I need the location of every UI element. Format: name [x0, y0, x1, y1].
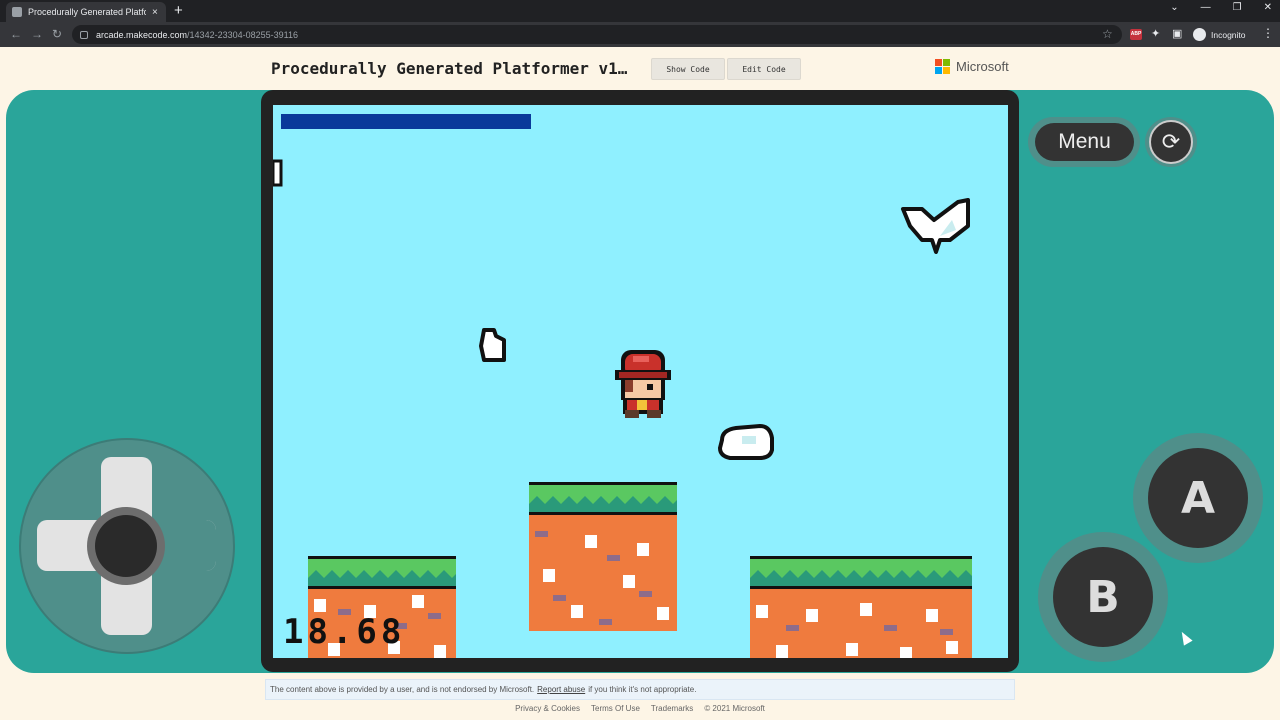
cloud-small-sprite — [479, 328, 506, 362]
new-tab-button[interactable]: + — [174, 2, 183, 19]
score-readout: 18.68 — [283, 612, 406, 652]
trademarks-link[interactable]: Trademarks — [651, 704, 693, 720]
browser-tab[interactable]: Procedurally Generated Platform × — [6, 2, 166, 22]
terms-link[interactable]: Terms Of Use — [591, 704, 640, 720]
a-button[interactable]: A — [1148, 448, 1248, 548]
player-sprite — [615, 350, 671, 418]
b-button[interactable]: B — [1053, 547, 1153, 647]
platform-middle — [529, 482, 677, 631]
adblock-extension-icon[interactable]: ABP — [1130, 29, 1142, 40]
incognito-indicator[interactable]: Incognito — [1193, 28, 1246, 41]
url-field[interactable]: arcade.makecode.com /14342-23304-08255-3… — [72, 25, 1122, 44]
page-footer: Privacy & Cookies Terms Of Use Trademark… — [0, 704, 1280, 720]
incognito-label: Incognito — [1211, 29, 1246, 40]
joystick-knob[interactable] — [95, 515, 157, 577]
chevron-down-icon[interactable]: ⌄ — [1170, 2, 1178, 13]
close-window-button[interactable]: ✕ — [1264, 2, 1272, 13]
makecode-favicon-icon — [12, 7, 22, 17]
microsoft-logo[interactable]: Microsoft — [935, 59, 1009, 74]
notice-text: The content above is provided by a user,… — [270, 685, 535, 694]
microsoft-label: Microsoft — [956, 59, 1009, 74]
reload-icon[interactable]: ↻ — [52, 27, 62, 41]
minimize-button[interactable]: — — [1201, 2, 1211, 13]
grass-zigzag — [529, 496, 677, 512]
game-screen[interactable]: 18.68 — [273, 105, 1008, 658]
restart-icon[interactable]: ⟳ — [1149, 120, 1193, 164]
restore-button[interactable]: ❐ — [1233, 2, 1242, 13]
grass-zigzag — [308, 570, 456, 586]
extensions-puzzle-icon[interactable]: ✦ — [1151, 27, 1160, 40]
notice-suffix: if you think it's not appropriate. — [588, 685, 697, 694]
tab-title: Procedurally Generated Platform — [28, 7, 146, 17]
browser-tab-strip: Procedurally Generated Platform × + ⌄ — … — [0, 0, 1280, 22]
bird-sprite — [901, 198, 970, 254]
copyright-text: © 2021 Microsoft — [704, 704, 765, 713]
tab-close-icon[interactable]: × — [152, 7, 158, 18]
cloud-sprite — [717, 423, 774, 460]
grass-zigzag — [750, 570, 972, 586]
browser-menu-icon[interactable]: ⋮ — [1262, 26, 1274, 40]
edit-code-button[interactable]: Edit Code — [727, 58, 801, 80]
report-abuse-link[interactable]: Report abuse — [537, 685, 585, 694]
cloud-partial-sprite — [273, 159, 283, 187]
show-code-button[interactable]: Show Code — [651, 58, 725, 80]
address-bar-row: ← → ↻ arcade.makecode.com /14342-23304-0… — [0, 22, 1280, 47]
url-host: arcade.makecode.com — [96, 29, 188, 40]
health-bar — [281, 114, 531, 129]
side-panel-icon[interactable]: ▣ — [1172, 27, 1182, 40]
forward-arrow-icon[interactable]: → — [31, 27, 43, 41]
window-controls: ⌄ — ❐ ✕ — [1170, 2, 1272, 13]
platform-right — [750, 556, 972, 658]
content-notice: The content above is provided by a user,… — [265, 679, 1015, 700]
privacy-link[interactable]: Privacy & Cookies — [515, 704, 580, 720]
url-path: /14342-23304-08255-39116 — [187, 29, 298, 40]
back-arrow-icon[interactable]: ← — [10, 27, 22, 41]
lock-icon — [80, 30, 88, 39]
incognito-icon — [1193, 28, 1206, 41]
page-header: Procedurally Generated Platformer v1… Sh… — [0, 47, 1280, 90]
platform-dirt — [750, 586, 972, 658]
page-title: Procedurally Generated Platformer v1… — [271, 59, 628, 78]
microsoft-squares-icon — [935, 59, 950, 74]
platform-dirt — [529, 512, 677, 631]
menu-button[interactable]: Menu — [1035, 123, 1134, 161]
bookmark-star-icon[interactable]: ☆ — [1102, 27, 1113, 41]
